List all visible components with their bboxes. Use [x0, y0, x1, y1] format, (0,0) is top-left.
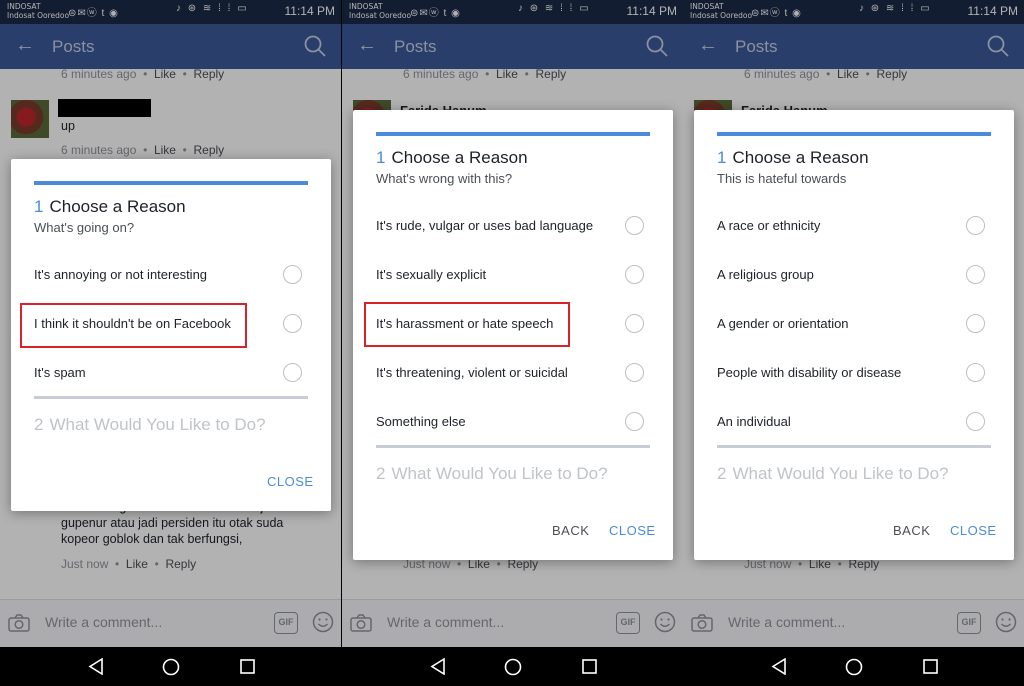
android-nav-bar: [683, 647, 1024, 686]
reason-option[interactable]: A religious group: [694, 258, 1014, 292]
nav-home-icon[interactable]: [504, 658, 522, 676]
reason-option[interactable]: It's threatening, violent or suicidal: [353, 356, 673, 390]
step-1-heading: 1 Choose a Reason: [376, 148, 528, 167]
reason-option[interactable]: It's spam: [11, 356, 331, 390]
report-dialog: 1 Choose a Reason This is hateful towards…: [694, 110, 1014, 560]
nav-home-icon[interactable]: [845, 658, 863, 676]
divider: [717, 445, 991, 448]
nav-recent-apps-icon[interactable]: [923, 659, 938, 674]
radio-button[interactable]: [625, 412, 644, 431]
reason-option[interactable]: It's sexually explicit: [353, 258, 673, 292]
radio-button[interactable]: [625, 216, 644, 235]
report-dialog: 1 Choose a Reason What's going on? It's a…: [11, 159, 331, 511]
reason-option[interactable]: It's annoying or not interesting: [11, 258, 331, 292]
nav-recent-apps-icon[interactable]: [240, 659, 255, 674]
step-2-heading: 2 What Would You Like to Do?: [376, 464, 608, 483]
radio-button[interactable]: [625, 363, 644, 382]
android-nav-bar: [0, 647, 341, 686]
reason-option[interactable]: It's rude, vulgar or uses bad language: [353, 209, 673, 243]
step-subtitle: This is hateful towards: [717, 171, 847, 186]
step-1-heading: 1 Choose a Reason: [34, 197, 186, 216]
divider: [376, 445, 650, 448]
back-button[interactable]: BACK: [893, 523, 930, 538]
radio-button[interactable]: [283, 314, 302, 333]
progress-bar: [717, 132, 991, 136]
progress-bar: [376, 132, 650, 136]
radio-button[interactable]: [966, 412, 985, 431]
progress-bar: [34, 181, 308, 185]
android-nav-bar: [342, 647, 683, 686]
reason-option[interactable]: People with disability or disease: [694, 356, 1014, 390]
reason-option[interactable]: An individual: [694, 405, 1014, 439]
step-subtitle: What's going on?: [34, 220, 135, 235]
radio-button[interactable]: [966, 216, 985, 235]
radio-button[interactable]: [283, 265, 302, 284]
close-button[interactable]: CLOSE: [950, 523, 997, 538]
radio-button[interactable]: [625, 314, 644, 333]
reason-option[interactable]: A race or ethnicity: [694, 209, 1014, 243]
nav-recent-apps-icon[interactable]: [582, 659, 597, 674]
radio-button[interactable]: [966, 265, 985, 284]
nav-home-icon[interactable]: [162, 658, 180, 676]
radio-button[interactable]: [966, 314, 985, 333]
close-button[interactable]: CLOSE: [267, 474, 314, 489]
step-2-heading: 2 What Would You Like to Do?: [717, 464, 949, 483]
radio-button[interactable]: [283, 363, 302, 382]
radio-button[interactable]: [625, 265, 644, 284]
reason-option[interactable]: A gender or orientation: [694, 307, 1014, 341]
phone-screen-2: INDOSAT Indosat Ooredoo ⊜✉ⓦ t ◉ ♪ ⊛ ≋ ⁞ …: [342, 0, 683, 686]
highlight-box: [20, 303, 247, 348]
close-button[interactable]: CLOSE: [609, 523, 656, 538]
nav-back-icon[interactable]: [430, 658, 446, 675]
nav-back-icon[interactable]: [771, 658, 787, 675]
back-button[interactable]: BACK: [552, 523, 589, 538]
step-subtitle: What's wrong with this?: [376, 171, 513, 186]
step-2-heading: 2 What Would You Like to Do?: [34, 415, 266, 434]
phone-screen-1: INDOSAT Indosat Ooredoo ⊜✉ⓦ t ◉ ♪ ⊛ ≋ ⁞ …: [0, 0, 341, 686]
reason-option[interactable]: Something else: [353, 405, 673, 439]
divider: [34, 396, 308, 399]
phone-screen-3: INDOSAT Indosat Ooredoo ⊜✉ⓦ t ◉ ♪ ⊛ ≋ ⁞ …: [683, 0, 1024, 686]
nav-back-icon[interactable]: [88, 658, 104, 675]
report-dialog: 1 Choose a Reason What's wrong with this?…: [353, 110, 673, 560]
step-1-heading: 1 Choose a Reason: [717, 148, 869, 167]
highlight-box: [364, 302, 570, 347]
radio-button[interactable]: [966, 363, 985, 382]
